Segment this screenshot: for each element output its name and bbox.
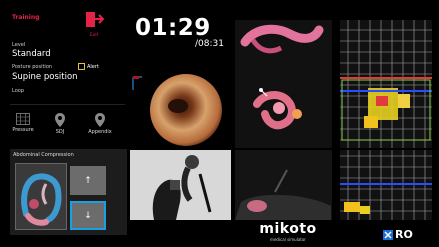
loop-label: Loop [12,88,24,94]
alert-label: Alert [87,63,99,70]
arrow-up-icon: ↑ [84,175,92,186]
timer-total: /08:31 [195,39,224,49]
exit-icon [86,12,105,27]
brand-name: mikoto [259,221,317,237]
pressure-map-top [340,20,432,148]
colon-diagram-icon [21,173,62,226]
location-pin-icon [95,113,105,127]
grid-icon [16,113,30,125]
tool-label: Pressure [12,127,34,133]
company-logo-icon [383,229,393,240]
colon-model-image [240,24,324,130]
alert-checkbox[interactable]: Alert [78,63,99,70]
abdomen-diagram [15,163,67,230]
exit-label: Exit [89,33,99,38]
company-logo: RO [383,228,413,241]
pressure-grid-bottom [340,150,432,220]
posture-label: Posture position [12,64,53,70]
patient-camera-image [235,150,332,220]
compress-up-button[interactable]: ↑ [70,166,106,195]
colon-3d-view [235,20,332,148]
tool-appendix[interactable]: Appendix [86,113,114,135]
mode-label: Training [12,14,40,21]
pressure-grid-top [340,20,432,148]
level-label: Level [12,42,26,48]
arrow-down-icon: ↓ [84,210,92,221]
tool-pressure[interactable]: Pressure [10,113,36,133]
divider [10,104,125,105]
posture-value[interactable]: Supine position [12,72,78,82]
brand-logo: mikoto medical simulator [248,221,328,243]
timer-main: 01:29 [135,15,211,41]
abdominal-section: Abdominal Compression ↑ ↓ [10,149,127,235]
operator-camera-image [130,150,231,220]
pressure-map-bottom [340,150,432,220]
tool-label: Appendix [88,129,112,135]
company-logo-text: RO [395,228,413,241]
tool-sdj[interactable]: SDJ [48,113,72,135]
tool-label: SDJ [55,129,65,135]
endoscope-view [130,70,231,148]
compress-down-button[interactable]: ↓ [70,201,106,230]
endoscope-image [132,74,222,146]
operator-camera [130,150,231,220]
level-value[interactable]: Standard [12,49,51,59]
location-pin-icon [55,113,65,127]
control-panel: Training Exit Level Standard Posture pos… [0,0,130,247]
brand-subtitle: medical simulator [270,237,306,242]
abdominal-title: Abdominal Compression [13,152,74,158]
alert-checkbox-box[interactable] [78,63,85,70]
exit-button[interactable]: Exit [82,10,106,38]
patient-camera [235,150,332,220]
